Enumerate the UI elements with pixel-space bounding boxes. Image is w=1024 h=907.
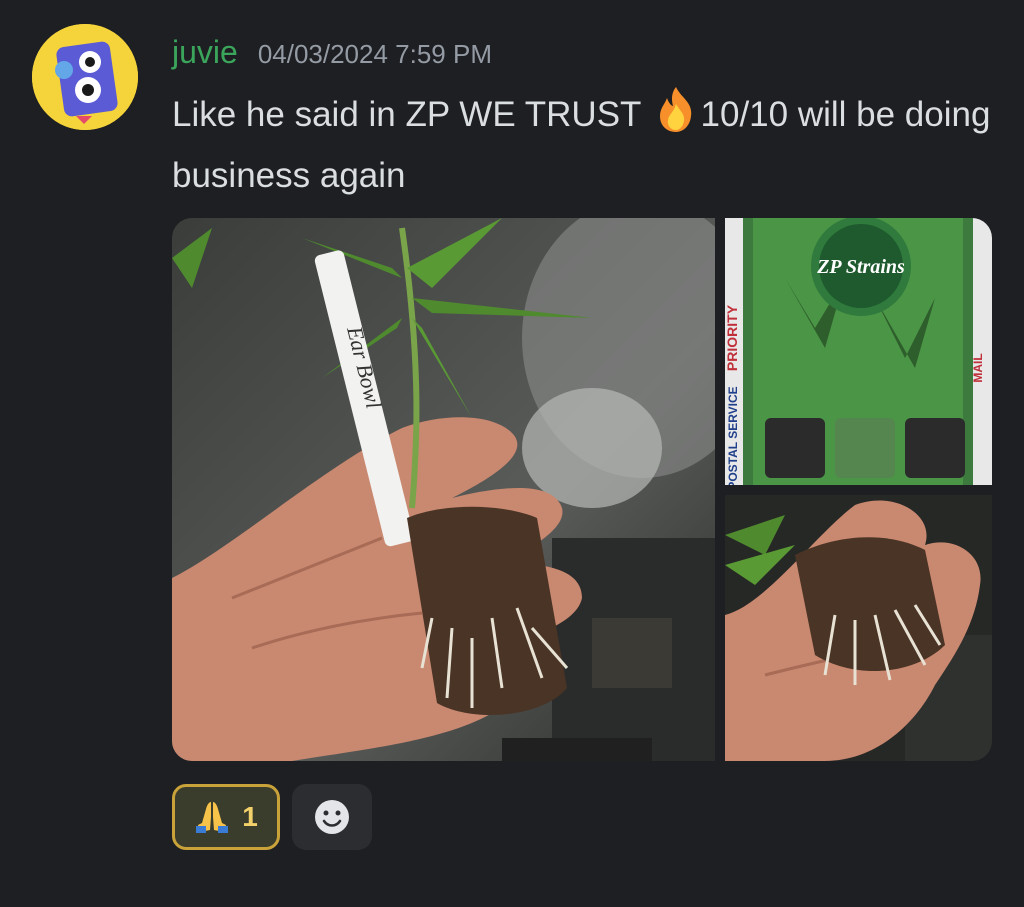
message-header: juvie 04/03/2024 7:59 PM <box>172 34 492 71</box>
attachment-image-soil-plug-in-palm[interactable] <box>725 495 992 761</box>
package-service-text: POSTAL SERVICE <box>726 386 740 485</box>
image-gallery: Ear Bowl ZP Strains PRIORITY POSTAL SERV… <box>172 218 992 761</box>
folded-hands-icon <box>196 802 229 833</box>
user-avatar[interactable] <box>32 24 138 130</box>
reaction-folded-hands[interactable]: 1 <box>172 784 280 850</box>
package-mail-text: MAIL <box>971 353 985 382</box>
attachment-image-seedling-in-hand[interactable]: Ear Bowl <box>172 218 715 761</box>
fire-emoji-icon <box>659 87 691 132</box>
avatar-cartoon-speaker-icon <box>32 24 138 130</box>
reaction-count: 1 <box>242 801 258 832</box>
message-content: Like he said in ZP WE TRUST 10/10 will b… <box>172 84 1002 206</box>
add-reaction-button[interactable] <box>292 784 372 850</box>
timestamp: 04/03/2024 7:59 PM <box>257 39 492 69</box>
username[interactable]: juvie <box>172 34 238 71</box>
attachment-image-shipping-package[interactable]: ZP Strains PRIORITY POSTAL SERVICE MAIL <box>725 218 992 485</box>
message-text-start: Like he said in ZP WE TRUST <box>172 95 651 134</box>
smiley-add-reaction-icon <box>315 800 349 834</box>
brand-text: ZP Strains <box>816 256 905 278</box>
chat-message: juvie 04/03/2024 7:59 PM Like he said in… <box>0 0 1024 907</box>
reactions-bar: 1 <box>172 784 372 850</box>
package-priority-text: PRIORITY <box>725 304 740 371</box>
